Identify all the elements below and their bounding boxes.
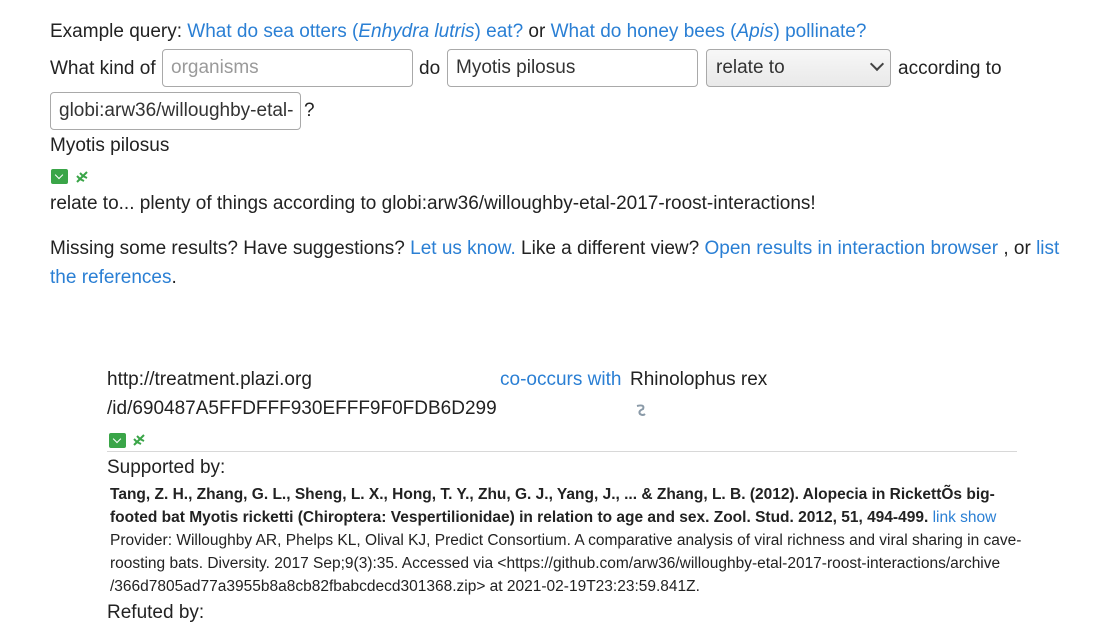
- citation-show-link[interactable]: show: [960, 509, 996, 526]
- example-prefix: Example query:: [50, 21, 183, 42]
- refuted-by-label: Refuted by:: [107, 602, 205, 623]
- feedback-line-2: the references.: [50, 267, 177, 289]
- citation-line1: Tang, Z. H., Zhang, G. L., Sheng, L. X.,…: [110, 486, 995, 503]
- feedback-line: Missing some results? Have suggestions? …: [50, 238, 1059, 260]
- relation-select-value: relate to: [716, 57, 785, 78]
- target-taxon: Rhinolophus rex: [630, 369, 768, 390]
- chevron-down-icon: [869, 56, 885, 72]
- references-link[interactable]: the references: [50, 267, 171, 288]
- citation-link[interactable]: link: [933, 509, 956, 526]
- missing-results-text: Missing some results? Have suggestions?: [50, 238, 405, 259]
- result-summary: relate to... plenty of things according …: [50, 193, 816, 214]
- what-kind-of-label: What kind of: [50, 58, 156, 79]
- organisms-input[interactable]: [162, 49, 413, 87]
- source-url-line1: http://treatment.plazi.org: [107, 369, 312, 390]
- list-link-start[interactable]: list: [1036, 238, 1059, 259]
- open-interaction-browser-link[interactable]: Open results in interaction browser: [704, 238, 998, 259]
- provider-line2: roosting bats. Diversity. 2017 Sep;9(3):…: [110, 555, 1001, 572]
- or-text: , or: [1003, 238, 1031, 259]
- taxon-input[interactable]: Myotis pilosus: [447, 49, 698, 87]
- interaction-tree-icon[interactable]: [132, 433, 146, 447]
- supported-divider: [107, 451, 1017, 452]
- source-url-line2: /id/690487A5FFDFFF930EFFF9F0FDB6D299: [107, 398, 497, 419]
- do-label: do: [419, 58, 441, 79]
- question-mark: ?: [304, 100, 315, 121]
- provider-line3: /366d7805ad77a3955b8a8cb82fbabcdecd30136…: [110, 578, 700, 595]
- period: .: [171, 267, 177, 288]
- supported-by-label: Supported by:: [107, 457, 226, 478]
- source-input[interactable]: globi:arw36/willoughby-etal-: [50, 92, 301, 130]
- relation-select[interactable]: relate to: [706, 49, 891, 87]
- example-sea-otters-link[interactable]: What do sea otters (Enhydra lutris) eat?: [187, 21, 523, 42]
- provider-line1: Provider: Willoughby AR, Phelps KL, Oliv…: [110, 532, 1022, 549]
- citation-line2: footed bat Myotis ricketti (Chiroptera: …: [110, 506, 996, 529]
- tree-icon[interactable]: [75, 170, 89, 184]
- expand-icon[interactable]: [51, 169, 68, 184]
- example-honey-bees-link[interactable]: What do honey bees (Apis) pollinate?: [551, 21, 867, 42]
- loading-icon: [636, 404, 646, 416]
- let-us-know-link[interactable]: Let us know.: [410, 238, 516, 259]
- relation-link[interactable]: co-occurs with: [500, 369, 621, 391]
- example-or: or: [528, 21, 546, 42]
- different-view-text: Like a different view?: [521, 238, 700, 259]
- interaction-expand-icon[interactable]: [109, 433, 126, 448]
- result-taxon-name: Myotis pilosus: [50, 135, 170, 156]
- citation-line2-text: footed bat Myotis ricketti (Chiroptera: …: [110, 509, 929, 526]
- according-to-label: according to: [898, 58, 1002, 79]
- example-query-line: Example query: What do sea otters (Enhyd…: [50, 21, 866, 43]
